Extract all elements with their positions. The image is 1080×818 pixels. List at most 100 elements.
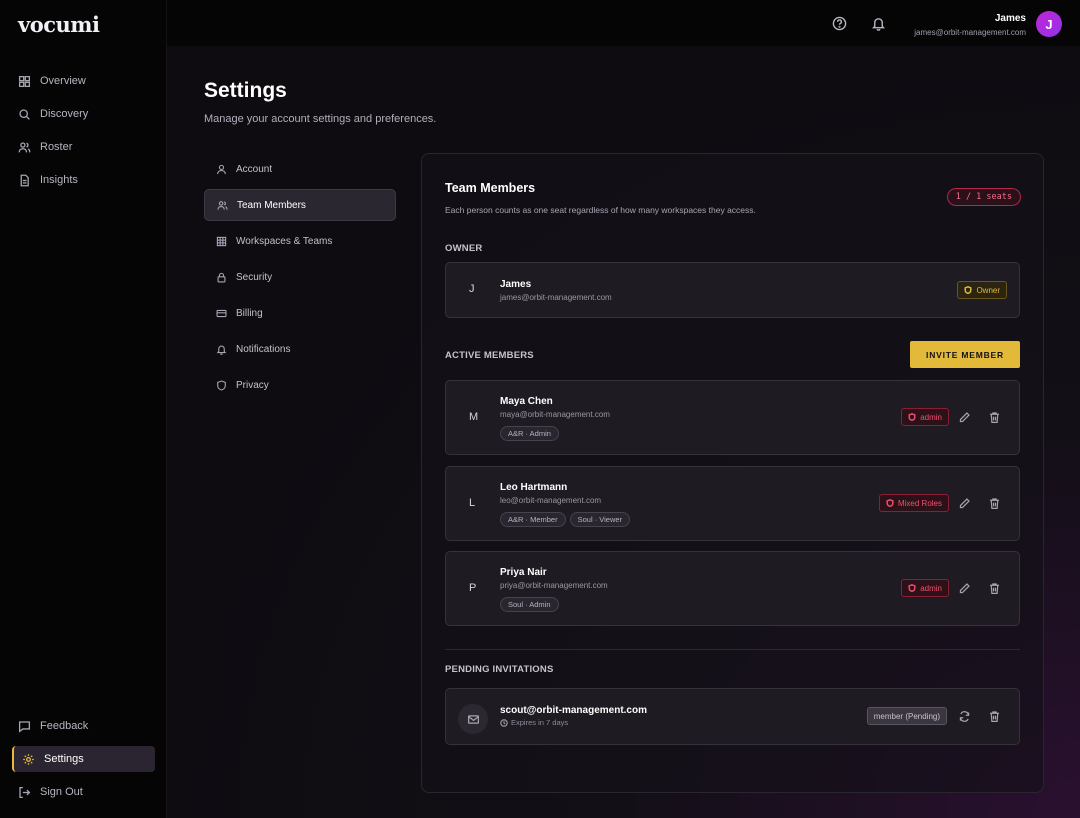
member-email: priya@orbit-management.com bbox=[500, 581, 608, 590]
panel-description: Each person counts as one seat regardles… bbox=[445, 205, 756, 215]
edit-icon[interactable] bbox=[958, 582, 971, 595]
settings-nav-label: Privacy bbox=[236, 379, 269, 391]
main-content: Settings Manage your account settings an… bbox=[167, 46, 1080, 818]
sidebar-item-label: Roster bbox=[40, 141, 73, 153]
avatar[interactable]: J bbox=[1036, 11, 1062, 37]
member-name: Leo Hartmann bbox=[500, 482, 568, 493]
section-divider bbox=[445, 649, 1020, 650]
member-initial: M bbox=[469, 411, 479, 423]
workspace-role-tag: A&R · Member bbox=[500, 512, 566, 527]
shield-icon bbox=[217, 379, 226, 391]
member-card: L Leo Hartmann leo@orbit-management.com … bbox=[445, 466, 1020, 541]
invite-email: scout@orbit-management.com bbox=[500, 705, 647, 716]
member-name: Maya Chen bbox=[500, 396, 553, 407]
settings-nav-account[interactable]: Account bbox=[204, 153, 396, 185]
pending-status-badge: member (Pending) bbox=[866, 707, 947, 725]
member-initial: J bbox=[469, 283, 475, 295]
sidebar-item-settings[interactable]: Settings bbox=[12, 746, 155, 772]
settings-nav-privacy[interactable]: Privacy bbox=[204, 369, 396, 401]
member-initial: L bbox=[469, 497, 476, 509]
gear-icon bbox=[23, 753, 34, 765]
settings-nav-label: Billing bbox=[236, 307, 263, 319]
sidebar-item-discovery[interactable]: Discovery bbox=[12, 101, 155, 127]
user-icon bbox=[217, 164, 226, 174]
trash-icon[interactable] bbox=[988, 582, 1001, 595]
sidebar-item-sign-out[interactable]: Sign Out bbox=[12, 779, 155, 805]
workspace-role-tag: Soul · Viewer bbox=[569, 512, 631, 527]
user-email: james@orbit-management.com bbox=[914, 28, 1026, 37]
clock-icon bbox=[500, 718, 508, 727]
settings-nav-workspaces[interactable]: Workspaces & Teams bbox=[204, 225, 396, 257]
pending-section-label: PENDING INVITATIONS bbox=[445, 664, 554, 675]
role-label: Owner bbox=[976, 285, 1000, 295]
bell-icon[interactable] bbox=[871, 16, 886, 31]
sidebar-item-overview[interactable]: Overview bbox=[12, 68, 155, 94]
users-icon bbox=[217, 200, 228, 210]
grid-icon bbox=[216, 236, 227, 246]
sidebar-item-label: Insights bbox=[40, 174, 78, 186]
settings-nav-label: Account bbox=[236, 163, 273, 175]
member-card: P Priya Nair priya@orbit-management.com … bbox=[445, 551, 1020, 626]
sidebar-item-roster[interactable]: Roster bbox=[12, 134, 155, 160]
settings-nav-label: Security bbox=[236, 271, 273, 283]
credit-card-icon bbox=[216, 309, 227, 317]
shield-icon bbox=[964, 286, 972, 294]
owner-section-label: OWNER bbox=[445, 243, 483, 254]
message-icon bbox=[18, 720, 31, 733]
sign-out-icon bbox=[19, 786, 31, 798]
settings-nav-team-members[interactable]: Team Members bbox=[204, 189, 396, 221]
trash-icon[interactable] bbox=[988, 710, 1001, 723]
shield-icon bbox=[908, 413, 916, 421]
search-icon bbox=[19, 108, 30, 120]
sidebar-item-label: Sign Out bbox=[40, 786, 83, 798]
mail-icon bbox=[458, 704, 488, 734]
panel-title: Team Members bbox=[445, 181, 536, 195]
member-initial: P bbox=[469, 582, 477, 594]
member-role-badge: admin bbox=[901, 408, 949, 426]
member-name: Priya Nair bbox=[500, 567, 547, 578]
trash-icon[interactable] bbox=[988, 411, 1001, 424]
settings-nav-security[interactable]: Security bbox=[204, 261, 396, 293]
page-title: Settings bbox=[204, 79, 287, 102]
role-label: admin bbox=[920, 583, 942, 593]
workspace-role-tag: Soul · Admin bbox=[500, 597, 559, 612]
app-logo[interactable]: vocumi bbox=[18, 12, 100, 37]
lock-icon bbox=[217, 272, 226, 283]
edit-icon[interactable] bbox=[958, 411, 971, 424]
sidebar-item-insights[interactable]: Insights bbox=[12, 167, 155, 193]
users-icon bbox=[18, 141, 31, 152]
owner-card: J James james@orbit-management.com Owner bbox=[445, 262, 1020, 318]
settings-nav-label: Workspaces & Teams bbox=[236, 235, 333, 247]
member-name: James bbox=[500, 279, 532, 290]
settings-nav-label: Team Members bbox=[237, 199, 306, 211]
member-role-badge: Mixed Roles bbox=[878, 494, 949, 512]
role-label: admin bbox=[920, 412, 942, 422]
shield-icon bbox=[886, 499, 894, 507]
member-role-badge: admin bbox=[901, 579, 949, 597]
role-label: Mixed Roles bbox=[897, 498, 942, 508]
member-email: maya@orbit-management.com bbox=[500, 410, 610, 419]
member-tags: A&R · Admin bbox=[500, 426, 559, 441]
resend-icon[interactable] bbox=[958, 710, 971, 723]
help-icon[interactable] bbox=[832, 16, 847, 31]
grid-icon bbox=[18, 75, 31, 87]
user-name: James bbox=[994, 13, 1026, 24]
sidebar-item-feedback[interactable]: Feedback bbox=[12, 713, 155, 739]
expiry-label: Expires in 7 days bbox=[511, 718, 569, 727]
sidebar-item-label: Feedback bbox=[40, 720, 89, 732]
trash-icon[interactable] bbox=[988, 497, 1001, 510]
workspace-role-tag: A&R · Admin bbox=[500, 426, 559, 441]
invite-expiry: Expires in 7 days bbox=[500, 718, 568, 727]
member-email: leo@orbit-management.com bbox=[500, 496, 602, 505]
edit-icon[interactable] bbox=[958, 497, 971, 510]
member-card: M Maya Chen maya@orbit-management.com A&… bbox=[445, 380, 1020, 455]
invite-member-button[interactable]: INVITE MEMBER bbox=[910, 341, 1020, 368]
seats-badge: 1 / 1 seats bbox=[946, 188, 1021, 206]
settings-nav-notifications[interactable]: Notifications bbox=[204, 333, 396, 365]
bell-icon bbox=[216, 345, 227, 355]
sidebar-item-label: Discovery bbox=[40, 108, 89, 120]
sidebar-item-label: Settings bbox=[44, 753, 84, 765]
owner-role-badge: Owner bbox=[957, 281, 1007, 299]
document-icon bbox=[20, 174, 29, 186]
settings-nav-billing[interactable]: Billing bbox=[204, 297, 396, 329]
